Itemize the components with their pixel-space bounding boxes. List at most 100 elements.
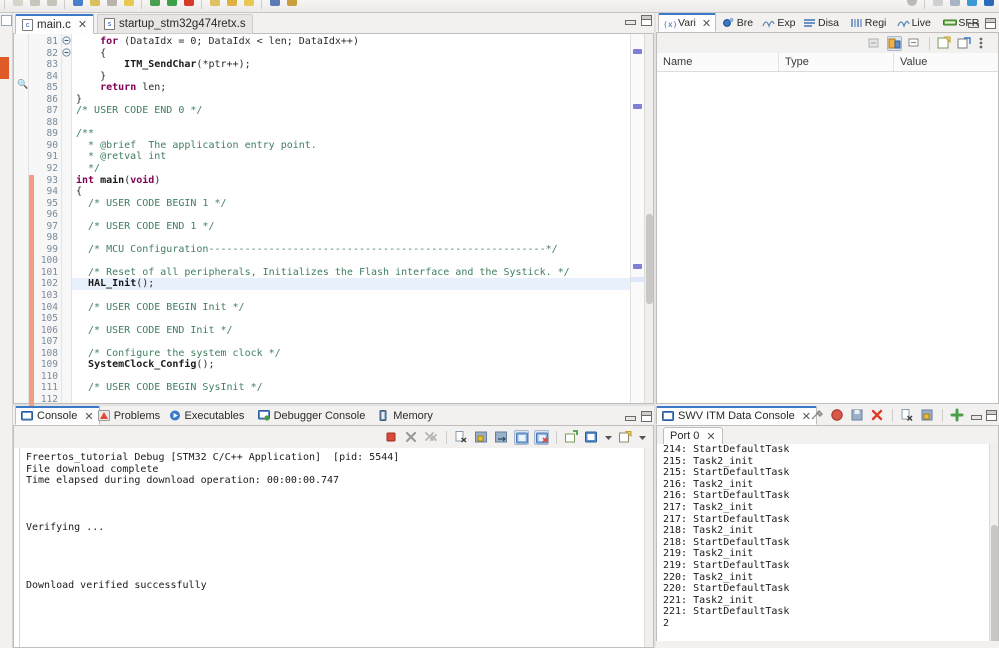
run-config-icon[interactable] (105, 0, 118, 11)
editor-code-line[interactable]: } (72, 71, 630, 83)
save-icon[interactable] (28, 0, 41, 11)
caret-down-icon[interactable] (604, 430, 613, 445)
console-tab-console[interactable]: Console ✕ (15, 406, 100, 425)
start-trace-record-icon[interactable] (830, 408, 845, 423)
column-header-type[interactable]: Type (779, 53, 894, 71)
word-wrap-icon[interactable] (494, 430, 509, 445)
editor-annotation-gutter[interactable]: 🔍 (14, 34, 29, 403)
console-tab-executables[interactable]: Executables (163, 406, 251, 425)
new-variable-icon[interactable] (937, 36, 952, 51)
clear-swv-console-icon[interactable] (900, 408, 915, 423)
editor-code-line[interactable] (72, 394, 630, 403)
fold-collapse-icon[interactable] (62, 36, 71, 48)
open-console-icon[interactable] (564, 429, 579, 445)
close-icon[interactable]: ✕ (78, 18, 87, 31)
swv-vertical-scrollbar[interactable] (989, 444, 998, 647)
editor-code-line[interactable]: ITM_SendChar(*ptr++); (72, 59, 630, 71)
close-console-icon[interactable] (534, 429, 549, 445)
console-output-area[interactable]: Freertos_tutorial Debug [STM32 C/C++ App… (13, 448, 654, 648)
occurrence-marker[interactable] (633, 49, 642, 54)
editor-code-line[interactable] (72, 371, 630, 383)
editor-code-line[interactable]: /* Configure the system clock */ (72, 348, 630, 360)
swv-output-text[interactable]: 214: StartDefaultTask 215: Task2_init 21… (657, 444, 989, 647)
show-type-names-icon[interactable] (887, 35, 902, 51)
remove-launch-icon[interactable] (404, 430, 419, 445)
editor-code-line[interactable]: * @brief The application entry point. (72, 140, 630, 152)
collapse-all-icon[interactable] (867, 36, 882, 51)
occurrence-marker[interactable] (633, 104, 642, 109)
fold-collapse-icon[interactable] (62, 47, 71, 60)
debug-perspective-icon[interactable] (965, 0, 978, 11)
editor-code-line[interactable]: /* USER CODE END 0 */ (72, 105, 630, 117)
maximize-swv-button[interactable] (986, 410, 997, 421)
editor-code-line[interactable]: HAL_Init(); (72, 278, 630, 291)
console-tab-problems[interactable]: Problems (92, 406, 166, 425)
detach-view-icon[interactable] (957, 36, 972, 51)
view-menu-icon[interactable] (977, 36, 992, 51)
editor-code-line[interactable]: /* Reset of all peripherals, Initializes… (72, 267, 630, 279)
editor-tab-startup-asm[interactable]: s startup_stm32g474retx.s (97, 14, 253, 34)
skip-breakpoints-icon[interactable] (148, 0, 161, 11)
editor-body[interactable]: 🔍 81 82 83 84 85 86 87 88 89 90 91 92 93 94 95 96 97 98 99… (13, 34, 654, 406)
debug-bug-icon[interactable] (88, 0, 101, 11)
save-all-icon[interactable] (45, 0, 58, 11)
editor-code-line[interactable] (72, 255, 630, 267)
caret-down-icon[interactable] (638, 430, 647, 445)
view-tab-regi[interactable]: Regi (845, 13, 892, 32)
step-into-icon[interactable] (208, 0, 221, 11)
console-tab-debugger-console[interactable]: Debugger Console (252, 406, 372, 425)
restore-project-explorer-button[interactable] (1, 15, 12, 26)
remove-all-terminated-icon[interactable] (424, 430, 439, 445)
editor-code-line[interactable]: /* USER CODE BEGIN SysInit */ (72, 382, 630, 394)
coverage-icon[interactable] (122, 0, 135, 11)
configure-trace-icon[interactable] (810, 408, 825, 423)
console-output-text[interactable]: Freertos_tutorial Debug [STM32 C/C++ App… (20, 448, 644, 647)
editor-overview-ruler[interactable] (630, 34, 645, 403)
scrollbar-thumb[interactable] (646, 214, 653, 304)
editor-code-line[interactable]: /* USER CODE BEGIN Init */ (72, 302, 630, 314)
editor-code-line[interactable]: for (DataIdx = 0; DataIdx < len; DataIdx… (72, 36, 630, 48)
editor-code-line[interactable]: /* MCU Configuration--------------------… (72, 244, 630, 256)
cpp-perspective-icon[interactable] (982, 0, 995, 11)
maximize-editor-button[interactable] (641, 15, 652, 26)
open-perspective-icon[interactable] (948, 0, 961, 11)
search-icon[interactable] (905, 0, 918, 11)
editor-code-line[interactable]: /* USER CODE END Init */ (72, 325, 630, 337)
add-port-icon[interactable] (950, 408, 965, 423)
editor-code-line[interactable]: int main(void) (72, 175, 630, 187)
close-icon[interactable]: ✕ (702, 17, 711, 30)
view-tab-exp[interactable]: Exp (757, 13, 800, 32)
perspective-switcher-icon[interactable] (931, 0, 944, 11)
minimize-console-button[interactable] (624, 411, 636, 422)
stop-trace-icon[interactable] (870, 408, 885, 423)
new-console-view-icon[interactable] (618, 430, 633, 445)
editor-code-line[interactable]: return len; (72, 82, 630, 94)
minimize-swv-button[interactable] (970, 410, 982, 421)
display-selected-console-icon[interactable] (584, 430, 599, 445)
terminate-icon[interactable] (182, 0, 195, 11)
editor-source-code[interactable]: for (DataIdx = 0; DataIdx < len; DataIdx… (72, 34, 630, 403)
view-tab-disa[interactable]: Disa (798, 13, 844, 32)
editor-code-line[interactable]: } (72, 94, 630, 106)
scroll-lock-icon[interactable] (474, 430, 489, 445)
editor-code-line[interactable]: { (72, 48, 630, 60)
view-tab-vari[interactable]: (x)Vari ✕ (658, 13, 717, 32)
swv-tab-itm-data-console[interactable]: SWV ITM Data Console ✕ (656, 406, 817, 425)
editor-code-line[interactable]: /* USER CODE BEGIN 1 */ (72, 198, 630, 210)
editor-code-line[interactable]: SystemClock_Config(); (72, 359, 630, 371)
occurrence-marker[interactable] (633, 264, 642, 269)
clear-console-icon[interactable] (454, 430, 469, 445)
maximize-console-button[interactable] (641, 411, 652, 422)
editor-code-line[interactable] (72, 313, 630, 325)
column-header-name[interactable]: Name (657, 53, 779, 71)
collapse-all-variables-icon[interactable] (907, 36, 922, 51)
view-tab-live[interactable]: Live (892, 13, 936, 32)
editor-code-line[interactable] (72, 117, 630, 129)
scrollbar-thumb[interactable] (991, 525, 998, 645)
editor-tab-main-c[interactable]: c main.c ✕ (15, 14, 95, 34)
step-return-icon[interactable] (242, 0, 255, 11)
editor-code-line[interactable] (72, 336, 630, 348)
resume-icon[interactable] (165, 0, 178, 11)
maximize-variables-button[interactable] (985, 18, 996, 29)
editor-code-line[interactable]: */ (72, 163, 630, 175)
